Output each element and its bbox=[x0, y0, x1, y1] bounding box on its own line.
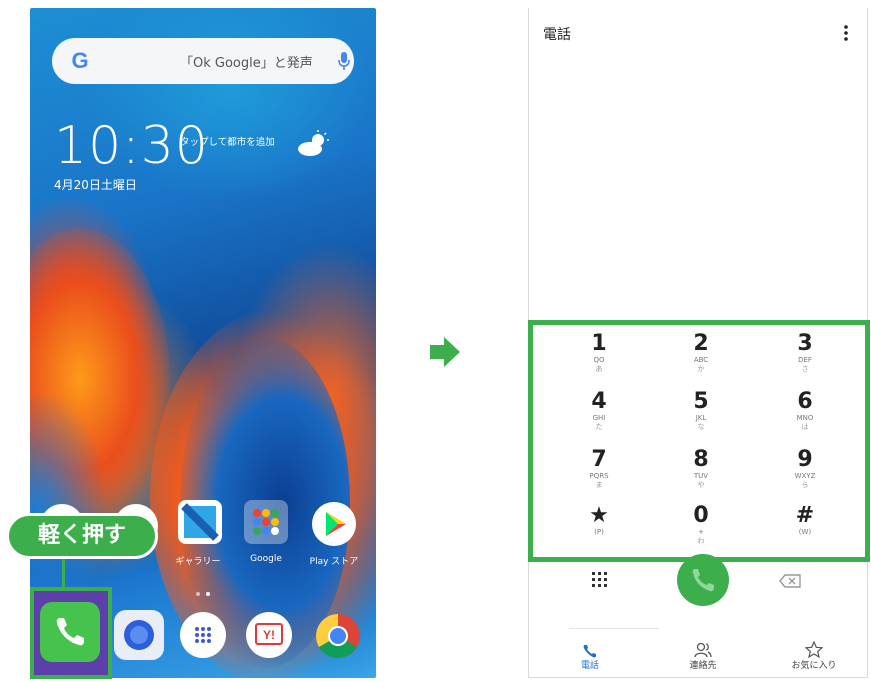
divider bbox=[569, 628, 659, 629]
backspace-icon[interactable] bbox=[779, 574, 801, 588]
dialpad-toggle-icon[interactable] bbox=[591, 571, 609, 589]
contacts-icon[interactable] bbox=[694, 642, 712, 658]
key-6[interactable]: 6 MNO は bbox=[775, 390, 835, 432]
google-g-icon: G bbox=[71, 48, 89, 73]
page-indicator-dot-active bbox=[206, 592, 210, 596]
key-9[interactable]: 9 WXYZ ら bbox=[775, 448, 835, 490]
app-label-play-store: Play ストア bbox=[309, 557, 359, 567]
key-0[interactable]: 0 + わ bbox=[671, 504, 731, 546]
chrome-icon[interactable] bbox=[314, 612, 362, 660]
page-indicator-dot bbox=[196, 592, 200, 596]
app-drawer-icon[interactable] bbox=[180, 612, 226, 658]
next-step-arrow-icon bbox=[430, 337, 460, 367]
gallery-icon[interactable] bbox=[178, 500, 222, 544]
call-button[interactable] bbox=[677, 554, 729, 606]
key-star[interactable]: ★ (P) bbox=[569, 504, 629, 537]
key-5[interactable]: 5 JKL な bbox=[671, 390, 731, 432]
page-title: 電話 bbox=[543, 27, 571, 43]
phone-app-icon[interactable] bbox=[40, 602, 100, 662]
yahoo-icon[interactable]: Y! bbox=[246, 612, 292, 658]
key-2[interactable]: 2 ABC か bbox=[671, 332, 731, 374]
search-hint: 「Ok Google」と発声 bbox=[180, 56, 313, 71]
app-label-gallery: ギャラリー bbox=[175, 557, 221, 567]
nav-phone-label[interactable]: 電話 bbox=[550, 658, 630, 671]
callout-connector bbox=[62, 559, 65, 589]
key-1[interactable]: 1 QO あ bbox=[569, 332, 629, 374]
google-folder-icon[interactable] bbox=[244, 500, 288, 544]
svg-text:Y!: Y! bbox=[263, 628, 275, 642]
home-screen: G 「Ok Google」と発声 10:30 タップして都市を追加 4月20日土… bbox=[30, 8, 376, 678]
play-store-icon[interactable] bbox=[312, 502, 356, 546]
add-city-hint[interactable]: タップして都市を追加 bbox=[180, 136, 285, 149]
tap-callout: 軽く押す bbox=[6, 513, 158, 559]
nav-favorites-label[interactable]: お気に入り bbox=[774, 658, 854, 671]
app-label-google: Google bbox=[250, 554, 282, 564]
star-icon[interactable] bbox=[805, 641, 823, 658]
key-8[interactable]: 8 TUV や bbox=[671, 448, 731, 490]
phone-tab-icon[interactable] bbox=[583, 644, 597, 658]
key-hash[interactable]: # (W) bbox=[775, 504, 835, 537]
weather-cloud-sun-icon[interactable] bbox=[296, 130, 330, 158]
camera-icon[interactable] bbox=[114, 610, 164, 660]
microphone-icon[interactable] bbox=[338, 52, 350, 70]
date-label: 4月20日土曜日 bbox=[54, 178, 137, 192]
dialer-screen: 電話 1 QO あ 2 ABC か 3 DEF さ 4 GHI た 5 JKL な 6 MNO は 7P… bbox=[528, 8, 870, 678]
key-4[interactable]: 4 GHI た bbox=[569, 390, 629, 432]
more-menu-icon[interactable] bbox=[843, 24, 849, 42]
nav-contacts-label[interactable]: 連絡先 bbox=[663, 658, 743, 671]
key-7[interactable]: 7 PQRS ま bbox=[569, 448, 629, 490]
key-3[interactable]: 3 DEF さ bbox=[775, 332, 835, 374]
google-search-bar[interactable]: G 「Ok Google」と発声 bbox=[52, 38, 354, 84]
